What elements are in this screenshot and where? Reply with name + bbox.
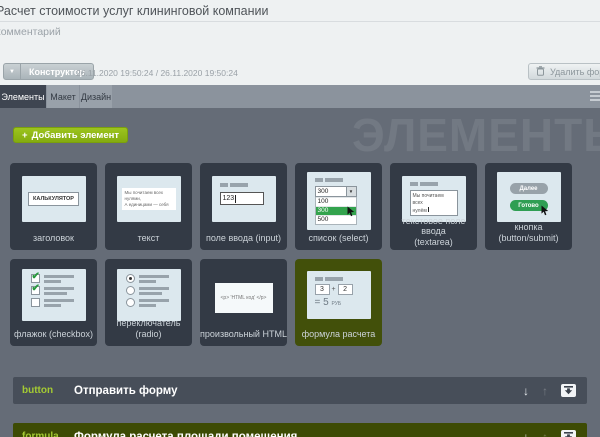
panel-watermark: ЭЛЕМЕНТЫ <box>352 108 600 162</box>
move-down-icon[interactable]: ↓ <box>523 431 529 437</box>
button-preview: Далее Готово <box>497 172 561 222</box>
card-label: переключатель (radio) <box>105 318 192 339</box>
card-html[interactable]: <p> 'HTML код' </p> произвольный HTML <box>200 259 287 346</box>
trash-icon <box>536 66 545 78</box>
form-dates: 26.11.2020 19:50:24 / 26.11.2020 19:50:2… <box>76 68 238 78</box>
card-label: произвольный HTML <box>200 329 287 339</box>
form-element-row-button[interactable]: button Отправить форму ↓ ↑ <box>13 377 587 404</box>
menu-icon[interactable] <box>590 91 600 101</box>
header-divider <box>0 21 600 22</box>
card-button[interactable]: Далее Готово кнопка (button/submit) <box>485 163 572 250</box>
card-radio[interactable]: переключатель (radio) <box>105 259 192 346</box>
form-comment: комментарий <box>0 26 61 38</box>
add-element-button[interactable]: + Добавить элемент <box>13 127 128 143</box>
card-input[interactable]: 123 поле ввода (input) <box>200 163 287 250</box>
card-textarea[interactable]: Мы почитаем всех нулём текстовое поле вв… <box>390 163 477 250</box>
text-preview: Мы почитаем всех нулями, А единицами — с… <box>117 176 181 222</box>
collapse-to-bottom-icon[interactable] <box>561 384 576 397</box>
card-label: формула расчета <box>295 329 382 339</box>
card-heading[interactable]: КАЛЬКУЛЯТОР заголовок <box>10 163 97 250</box>
tab-layout[interactable]: Макет <box>47 85 79 108</box>
card-label: кнопка (button/submit) <box>485 222 572 243</box>
chevron-down-icon: ▼ <box>346 187 356 196</box>
delete-form-label: Удалить форму <box>550 67 600 77</box>
input-preview: 123 <box>212 176 276 222</box>
move-down-icon[interactable]: ↓ <box>523 385 529 397</box>
elements-panel: ЭЛЕМЕНТЫ + Добавить элемент КАЛЬКУЛЯТОР … <box>0 108 600 437</box>
form-title: Расчет стоимости услуг клининговой компа… <box>0 4 268 18</box>
tab-elements[interactable]: Элементы <box>0 85 46 108</box>
element-cards-row-1: КАЛЬКУЛЯТОР заголовок Мы почитаем всех н… <box>10 163 572 250</box>
tab-design[interactable]: Дизайн <box>80 85 112 108</box>
card-label: текст <box>105 233 192 243</box>
collapse-to-bottom-icon[interactable] <box>561 430 576 437</box>
card-text[interactable]: Мы почитаем всех нулями, А единицами — с… <box>105 163 192 250</box>
element-type-badge: formula <box>22 431 66 437</box>
card-label: текстовое поле ввода (textarea) <box>390 216 477 247</box>
move-up-icon[interactable]: ↑ <box>542 431 548 437</box>
mouse-cursor-icon <box>541 205 549 216</box>
card-select[interactable]: 300 ▼ 100 300 500 список (select) <box>295 163 382 250</box>
move-up-icon[interactable]: ↑ <box>542 385 548 397</box>
html-preview: <p> 'HTML код' </p> <box>215 283 273 313</box>
select-preview: 300 ▼ 100 300 500 <box>307 172 371 230</box>
element-type-badge: button <box>22 385 66 396</box>
heading-preview: КАЛЬКУЛЯТОР <box>22 176 86 222</box>
radio-preview <box>117 269 181 321</box>
delete-form-button[interactable]: Удалить форму <box>528 63 600 80</box>
checkbox-preview: ✔ ✔ <box>22 269 86 321</box>
plus-icon: + <box>22 130 28 141</box>
card-label: поле ввода (input) <box>200 233 287 243</box>
mouse-cursor-icon <box>347 206 355 217</box>
add-element-label: Добавить элемент <box>32 130 119 141</box>
element-title: Отправить форму <box>74 385 178 397</box>
card-label: флажок (checkbox) <box>10 329 97 339</box>
card-checkbox[interactable]: ✔ ✔ флажок (checkbox) <box>10 259 97 346</box>
form-element-row-formula[interactable]: formula Формула расчета площади помещени… <box>13 423 587 437</box>
card-label: заголовок <box>10 233 97 243</box>
header: Расчет стоимости услуг клининговой компа… <box>0 0 600 85</box>
element-title: Формула расчета площади помещения <box>74 431 297 437</box>
form-builder-screen: Расчет стоимости услуг клининговой компа… <box>0 0 600 437</box>
card-formula[interactable]: 3 + 2 = 5 РУБ формула расчета <box>295 259 382 346</box>
tab-bar: Элементы Макет Дизайн <box>0 85 600 108</box>
card-label: список (select) <box>295 233 382 243</box>
formula-preview: 3 + 2 = 5 РУБ <box>307 271 371 319</box>
chevron-down-icon[interactable]: ▼ <box>4 64 21 79</box>
element-cards-row-2: ✔ ✔ флажок (checkbox) переключатель (rad… <box>10 259 382 346</box>
